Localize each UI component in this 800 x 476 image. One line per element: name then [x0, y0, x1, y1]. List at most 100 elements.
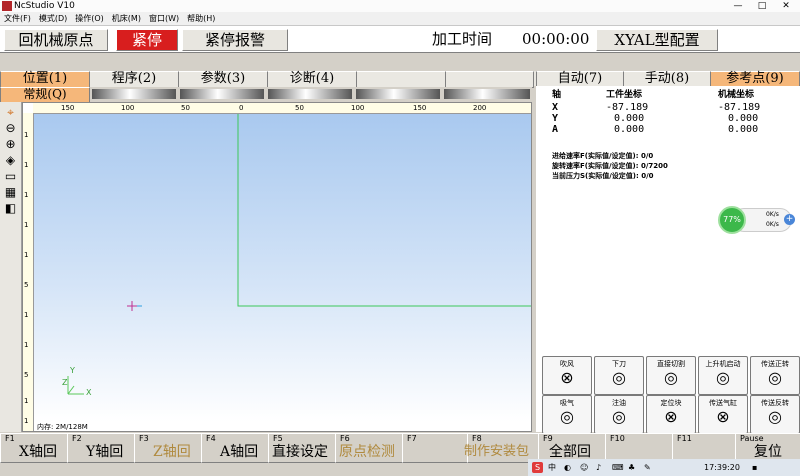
io-label: 传送反转 — [761, 399, 789, 407]
fkey-number: F11 — [677, 434, 692, 443]
io-button-conveyor-cylinder[interactable]: 传送气缸 ⊗ — [698, 395, 748, 434]
machine-coord-x: -87.189 — [718, 102, 761, 113]
maximize-button[interactable]: □ — [750, 0, 774, 12]
fkey-label: Y轴回 — [86, 444, 124, 460]
tab-position[interactable]: 位置(1) — [0, 71, 90, 88]
pump-icon: ◎ — [612, 407, 626, 426]
menu-machine[interactable]: 机床(M) — [108, 12, 145, 25]
fit-window-icon[interactable]: ▭ — [3, 169, 18, 183]
fkey-f3[interactable]: F3 Z轴回 — [134, 433, 202, 463]
menu-operation[interactable]: 操作(O) — [71, 12, 108, 25]
emoji-icon[interactable]: ☺ — [580, 459, 588, 476]
workpiece-boundary — [237, 114, 531, 307]
axis-x-label: X — [86, 388, 92, 397]
microphone-icon[interactable]: ♪ — [596, 459, 601, 476]
window-title: NcStudio V10 — [14, 1, 75, 11]
minimize-button[interactable]: — — [726, 0, 750, 12]
zoom-in-icon[interactable]: ⊕ — [3, 137, 18, 151]
io-label: 传送气缸 — [709, 399, 737, 407]
io-button-lift-start[interactable]: 上升机启动 ◎ — [698, 356, 748, 395]
io-button-suction[interactable]: 吸气 ◎ — [542, 395, 592, 434]
config-button[interactable]: XYAL型配置 — [596, 29, 718, 51]
center-view-icon[interactable]: ◈ — [3, 153, 18, 167]
skin-icon[interactable]: ♣ — [628, 459, 635, 476]
tab-program[interactable]: 程序(2) — [89, 71, 179, 88]
tab-parameters[interactable]: 参数(3) — [178, 71, 268, 88]
axis-name-a: A — [552, 124, 559, 135]
sub-tab-row: 常规(Q) — [0, 87, 532, 103]
close-button[interactable]: ✕ — [774, 0, 798, 12]
3d-view-icon[interactable]: ◧ — [3, 201, 18, 215]
menu-window[interactable]: 窗口(W) — [145, 12, 183, 25]
home-button[interactable]: 回机械原点 — [4, 29, 108, 51]
upload-speed: 0K/s — [766, 211, 779, 218]
pump-icon: ◎ — [612, 368, 626, 387]
fkey-number: F3 — [139, 434, 149, 443]
fkey-label: X轴回 — [19, 444, 57, 460]
clock: 17:39:20 — [704, 463, 740, 472]
fkey-f7[interactable]: F7 — [402, 433, 468, 463]
pump-icon: ◎ — [664, 368, 678, 387]
estop-alarm-button[interactable]: 紧停报警 — [182, 29, 288, 51]
download-speed: 0K/s — [766, 221, 779, 228]
io-button-lubricate[interactable]: 注油 ◎ — [594, 395, 644, 434]
menu-bar: 文件(F) 模式(D) 操作(O) 机床(M) 窗口(W) 帮助(H) — [0, 12, 800, 26]
io-label: 吹风 — [560, 360, 574, 368]
toolpath-canvas[interactable]: 150 100 50 0 50 100 150 200 1 1 1 1 1 5 … — [22, 102, 532, 432]
fkey-number: F10 — [610, 434, 625, 443]
clear-trace-icon[interactable]: ▦ — [3, 185, 18, 199]
fkey-f5[interactable]: F5 直接设定 — [268, 433, 336, 463]
io-button-conveyor-reverse[interactable]: 传送反转 ◎ — [750, 395, 800, 434]
zoom-out-icon[interactable]: ⊖ — [3, 121, 18, 135]
fkey-number: F5 — [273, 434, 283, 443]
fkey-f2[interactable]: F2 Y轴回 — [67, 433, 135, 463]
tab-empty-2[interactable] — [445, 71, 534, 88]
menu-file[interactable]: 文件(F) — [0, 12, 35, 25]
io-button-direct-cut[interactable]: 直接切割 ◎ — [646, 356, 696, 395]
fkey-label: 直接设定 — [272, 444, 328, 460]
accelerate-icon[interactable]: + — [784, 214, 795, 225]
fkey-label: 全部回 — [549, 444, 591, 460]
io-label: 直接切割 — [657, 360, 685, 368]
pump-icon: ◎ — [768, 407, 782, 426]
valve-icon: ⊗ — [560, 368, 574, 387]
tab-empty-1[interactable] — [356, 71, 446, 88]
fkey-f1[interactable]: F1 X轴回 — [0, 433, 68, 463]
io-button-tool-down[interactable]: 下刀 ◎ — [594, 356, 644, 395]
valve-icon: ⊗ — [664, 407, 678, 426]
tools-icon[interactable]: ✎ — [644, 459, 651, 476]
io-button-conveyor-forward[interactable]: 传送正转 ◎ — [750, 356, 800, 395]
io-label: 上升机启动 — [705, 360, 741, 368]
valve-icon: ⊗ — [716, 407, 730, 426]
crosshair-icon[interactable]: ⌖ — [3, 105, 18, 119]
ruler-label: 5 — [24, 281, 29, 289]
ruler-label: 1 — [24, 251, 29, 259]
machine-coord-a: 0.000 — [728, 124, 759, 135]
pump-icon: ◎ — [560, 407, 574, 426]
toolpath-svg — [67, 114, 531, 395]
axis-name-x: X — [552, 102, 559, 113]
memory-status: 内存: 2M/128M — [37, 423, 88, 431]
menu-mode[interactable]: 模式(D) — [35, 12, 71, 25]
punctuation-icon[interactable]: ◐ — [564, 459, 571, 476]
subtab-placeholder — [444, 89, 530, 99]
sogou-ime-icon[interactable]: S — [532, 462, 543, 473]
work-coord-a: 0.000 — [614, 124, 645, 135]
io-button-blow[interactable]: 吹风 ⊗ — [542, 356, 592, 395]
estop-button[interactable]: 紧停 — [116, 29, 178, 51]
fkey-f6[interactable]: F6 原点检测 — [335, 433, 403, 463]
ime-language[interactable]: 中 — [548, 459, 556, 476]
work-coord-header: 工件坐标 — [606, 90, 643, 100]
io-label: 定位块 — [660, 399, 682, 407]
io-button-locator[interactable]: 定位块 ⊗ — [646, 395, 696, 434]
tool-position-marker — [127, 301, 142, 311]
tab-diagnosis[interactable]: 诊断(4) — [267, 71, 357, 88]
fkey-f4[interactable]: F4 A轴回 — [201, 433, 269, 463]
ruler-label: 1 — [24, 341, 29, 349]
subtab-general[interactable]: 常规(Q) — [0, 87, 90, 103]
network-gauge: 77% 0K/s 0K/s + — [718, 206, 798, 234]
keyboard-icon[interactable]: ⌨ — [612, 459, 624, 476]
notification-icon[interactable]: ▪ — [752, 459, 757, 476]
plot-area[interactable]: Z X Y — [34, 114, 531, 422]
menu-help[interactable]: 帮助(H) — [183, 12, 219, 25]
